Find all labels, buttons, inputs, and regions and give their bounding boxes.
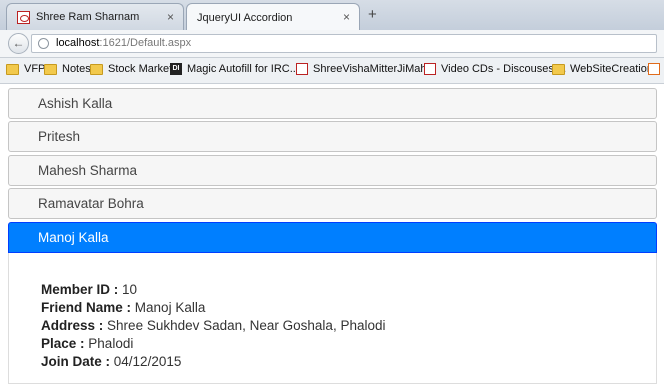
red-page-icon xyxy=(296,63,308,75)
address-row: Address : Shree Sukhdev Sadan, Near Gosh… xyxy=(41,318,385,333)
accordion-header-mahesh-sharma[interactable]: Mahesh Sharma xyxy=(8,155,657,186)
join-date-label: Join Date : xyxy=(41,354,111,369)
new-tab-icon[interactable]: + xyxy=(368,6,377,23)
back-arrow-icon[interactable]: ← xyxy=(8,33,29,54)
globe-icon xyxy=(38,38,49,49)
page-favicon-icon xyxy=(17,10,30,24)
join-date-row: Join Date : 04/12/2015 xyxy=(41,354,181,369)
folder-icon xyxy=(44,63,57,75)
folder-icon xyxy=(90,63,103,75)
bookmark-websitecreation[interactable]: WebSiteCreation xyxy=(552,63,653,75)
bookmark-label: Stock Market xyxy=(108,63,173,75)
place-label: Place : xyxy=(41,336,85,351)
di-icon: DI xyxy=(170,63,182,75)
bookmark-label: Video CDs - Discouses ... xyxy=(441,63,567,75)
url-text: localhost:1621/Default.aspx xyxy=(56,37,191,49)
friend-name-value: Manoj Kalla xyxy=(134,300,206,315)
bookmark-overflow-icon xyxy=(648,63,660,75)
bookmark-label: ShreeVishaMitterJiMah... xyxy=(313,63,436,75)
member-id-label: Member ID : xyxy=(41,282,119,297)
bookmark-label: Magic Autofill for IRC... xyxy=(187,63,299,75)
tab-title: JqueryUI Accordion xyxy=(197,11,293,24)
folder-icon xyxy=(6,63,19,75)
close-icon[interactable]: × xyxy=(167,10,174,24)
accordion-header-manoj-kalla[interactable]: Manoj Kalla xyxy=(8,222,657,253)
bookmark-label: Notes xyxy=(62,63,91,75)
address-value: Shree Sukhdev Sadan, Near Goshala, Phalo… xyxy=(107,318,386,333)
bookmark-video-cds[interactable]: Video CDs - Discouses ... xyxy=(424,63,566,75)
place-row: Place : Phalodi xyxy=(41,336,133,351)
bookmark-overflow[interactable] xyxy=(648,63,660,75)
tab-shree-ram-sharnam[interactable]: Shree Ram Sharnam × xyxy=(6,3,184,30)
join-date-value: 04/12/2015 xyxy=(113,354,182,369)
accordion-header-pritesh[interactable]: Pritesh xyxy=(8,121,657,152)
navigation-bar: ← localhost:1621/Default.aspx xyxy=(0,30,664,58)
place-value: Phalodi xyxy=(88,336,134,351)
bookmark-shreevishamitterjimah[interactable]: ShreeVishaMitterJiMah... xyxy=(296,63,436,75)
close-icon[interactable]: × xyxy=(343,10,350,24)
friend-name-row: Friend Name : Manoj Kalla xyxy=(41,300,205,315)
red-page-icon xyxy=(424,63,436,75)
accordion-header-ramavatar-bohra[interactable]: Ramavatar Bohra xyxy=(8,188,657,219)
address-bar[interactable]: localhost:1621/Default.aspx xyxy=(31,34,657,53)
bookmark-magic-autofill[interactable]: DI Magic Autofill for IRC... xyxy=(170,63,299,75)
bookmark-label: WebSiteCreation xyxy=(570,63,653,75)
bookmark-stock-market[interactable]: Stock Market xyxy=(90,63,172,75)
url-host: localhost xyxy=(56,37,100,49)
address-label: Address : xyxy=(41,318,104,333)
url-path: :1621/Default.aspx xyxy=(99,37,192,49)
accordion-panel: Member ID : 10 Friend Name : Manoj Kalla… xyxy=(8,253,657,384)
tab-strip: Shree Ram Sharnam × JqueryUI Accordion ×… xyxy=(0,0,664,31)
tab-title: Shree Ram Sharnam xyxy=(36,11,140,23)
member-id-value: 10 xyxy=(122,282,138,297)
member-id-row: Member ID : 10 xyxy=(41,282,137,297)
tab-jqueryui-accordion[interactable]: JqueryUI Accordion × xyxy=(186,3,360,31)
bookmark-vfp[interactable]: VFP xyxy=(6,63,45,75)
folder-icon xyxy=(552,63,565,75)
bookmark-label: VFP xyxy=(24,63,46,75)
bookmarks-bar: VFP Notes Stock Market DI Magic Autofill… xyxy=(0,58,664,84)
friend-name-label: Friend Name : xyxy=(41,300,132,315)
bookmark-notes[interactable]: Notes xyxy=(44,63,91,75)
accordion-header-ashish-kalla[interactable]: Ashish Kalla xyxy=(8,88,657,119)
